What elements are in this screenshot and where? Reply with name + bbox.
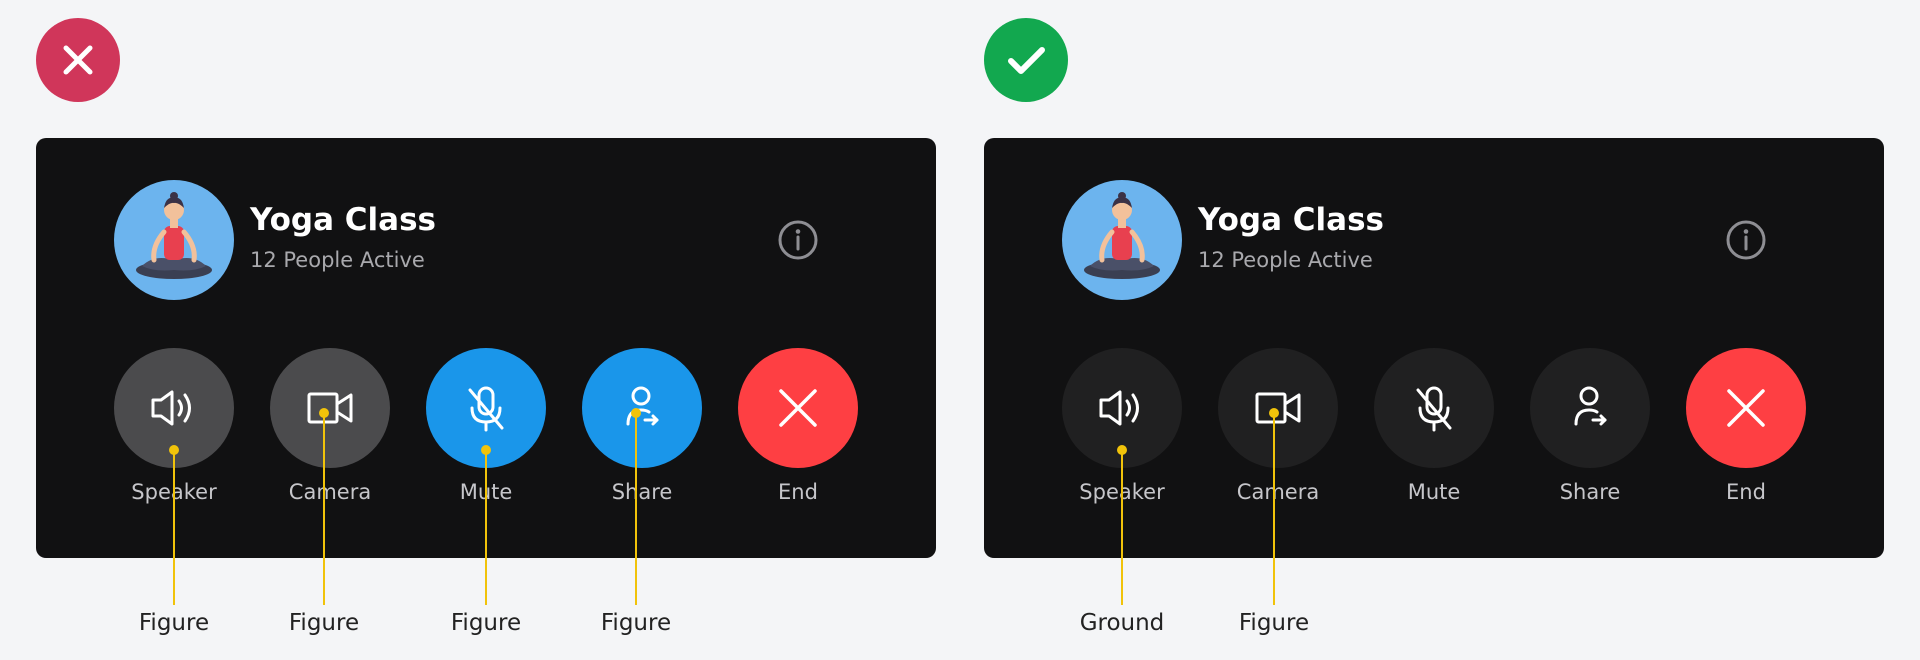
close-icon [1686, 348, 1806, 468]
video-camera-icon [270, 348, 390, 468]
end-call-button[interactable]: End [1686, 348, 1806, 528]
annotation-label: Figure [600, 610, 672, 636]
share-button[interactable]: Share [1530, 348, 1650, 528]
check-icon [984, 18, 1068, 102]
share-user-icon [1530, 348, 1650, 468]
camera-button[interactable]: Camera [1218, 348, 1338, 528]
annotation-dot [319, 408, 329, 418]
info-icon[interactable] [1724, 218, 1768, 262]
x-icon [36, 18, 120, 102]
video-camera-icon [1218, 348, 1338, 468]
annotation-label: Ground [1079, 610, 1165, 636]
call-title: Yoga Class [250, 202, 436, 238]
end-label: End [1726, 480, 1766, 504]
annotation-label: Figure [138, 610, 210, 636]
annotation-label: Figure [450, 610, 522, 636]
annotation-leader [635, 413, 637, 605]
mic-off-icon [1374, 348, 1494, 468]
info-icon[interactable] [776, 218, 820, 262]
annotation-label: Figure [288, 610, 360, 636]
annotation-dot [481, 445, 491, 455]
call-title: Yoga Class [1198, 202, 1384, 238]
share-label: Share [1559, 480, 1621, 504]
annotation-dot [631, 408, 641, 418]
annotation-leader [1121, 450, 1123, 605]
close-icon [738, 348, 858, 468]
annotation-leader [323, 413, 325, 605]
yoga-meditation-icon [114, 180, 234, 300]
camera-button[interactable]: Camera [270, 348, 390, 528]
share-button[interactable]: Share [582, 348, 702, 528]
active-count: 12 People Active [250, 248, 425, 272]
share-user-icon [582, 348, 702, 468]
annotation-label: Figure [1238, 610, 1310, 636]
end-label: End [778, 480, 818, 504]
annotation-leader [485, 450, 487, 605]
active-count: 12 People Active [1198, 248, 1373, 272]
correct-example-panel: Yoga Class 12 People Active Speaker Came… [984, 0, 1884, 660]
end-call-button[interactable]: End [738, 348, 858, 528]
annotation-dot [1269, 408, 1279, 418]
call-card: Yoga Class 12 People Active Speaker Came… [984, 138, 1884, 558]
camera-label: Camera [1236, 480, 1320, 504]
mute-button[interactable]: Mute [1374, 348, 1494, 528]
camera-label: Camera [288, 480, 372, 504]
share-label: Share [611, 480, 673, 504]
annotation-leader [1273, 413, 1275, 605]
annotation-dot [1117, 445, 1127, 455]
incorrect-example-panel: Yoga Class 12 People Active Speaker Came… [36, 0, 936, 660]
annotation-dot [169, 445, 179, 455]
mute-label: Mute [1407, 480, 1461, 504]
yoga-meditation-icon [1062, 180, 1182, 300]
annotation-leader [173, 450, 175, 605]
